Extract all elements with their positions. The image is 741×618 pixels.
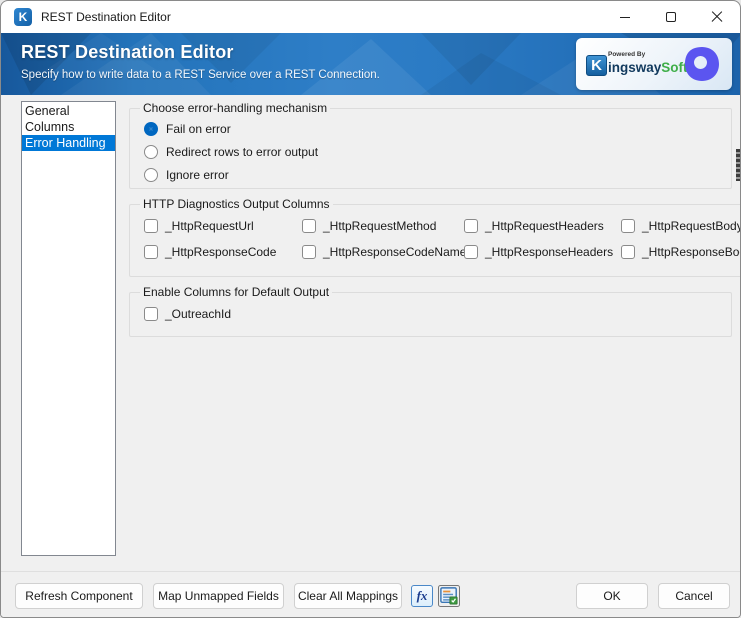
radio-row-fail-on-error[interactable]: Fail on error xyxy=(144,122,721,136)
column-mapping-grid-button[interactable] xyxy=(438,585,460,607)
checkbox-http-request-headers[interactable] xyxy=(464,219,478,233)
main-content: General Columns Error Handling Choose er… xyxy=(1,95,740,571)
rest-destination-editor-window: K REST Destination Editor REST Destinati… xyxy=(0,0,741,618)
sidebar-item-columns[interactable]: Columns xyxy=(22,119,115,135)
refresh-component-button[interactable]: Refresh Component xyxy=(15,583,143,609)
minimize-icon xyxy=(620,16,630,18)
group-http-diagnostics-title: HTTP Diagnostics Output Columns xyxy=(143,197,330,211)
radio-redirect-rows[interactable] xyxy=(144,145,158,159)
kingswaysoft-logo: K Powered By ingswaySoft xyxy=(586,52,688,76)
window-controls xyxy=(602,1,740,33)
check-item-outreach-id[interactable]: _OutreachId xyxy=(144,307,302,321)
expression-fx-button[interactable]: fx xyxy=(411,585,433,607)
checkbox-http-response-body[interactable] xyxy=(621,245,635,259)
checkbox-outreach-id[interactable] xyxy=(144,307,158,321)
checkbox-http-response-headers[interactable] xyxy=(464,245,478,259)
check-item-http-response-headers[interactable]: _HttpResponseHeaders xyxy=(464,245,621,259)
footer-bar: Refresh Component Map Unmapped Fields Cl… xyxy=(1,571,740,617)
radio-row-redirect-rows[interactable]: Redirect rows to error output xyxy=(144,145,721,159)
map-unmapped-fields-button[interactable]: Map Unmapped Fields xyxy=(153,583,284,609)
header-subtitle: Specify how to write data to a REST Serv… xyxy=(21,69,380,81)
check-item-http-request-url[interactable]: _HttpRequestUrl xyxy=(144,219,302,233)
group-error-handling: Choose error-handling mechanism Fail on … xyxy=(129,101,732,189)
page-list: General Columns Error Handling xyxy=(21,101,116,556)
check-item-http-response-code-name[interactable]: _HttpResponseCodeName xyxy=(302,245,466,259)
http-diagnostics-grid: _HttpRequestUrl _HttpRequestMethod _Http… xyxy=(144,219,740,259)
check-item-http-request-headers[interactable]: _HttpRequestHeaders xyxy=(464,219,621,233)
clear-all-mappings-button[interactable]: Clear All Mappings xyxy=(294,583,402,609)
powered-by-label: Powered By xyxy=(608,51,646,59)
check-item-http-response-body[interactable]: _HttpResponseBody xyxy=(621,245,740,259)
check-item-http-request-method[interactable]: _HttpRequestMethod xyxy=(302,219,464,233)
cancel-button[interactable]: Cancel xyxy=(658,583,730,609)
close-button[interactable] xyxy=(694,1,740,33)
group-error-handling-title: Choose error-handling mechanism xyxy=(143,101,328,115)
checkbox-http-request-url[interactable] xyxy=(144,219,158,233)
group-default-output-title: Enable Columns for Default Output xyxy=(143,285,330,299)
radio-ignore-error[interactable] xyxy=(144,168,158,182)
checkbox-http-request-body[interactable] xyxy=(621,219,635,233)
sidebar-item-error-handling[interactable]: Error Handling xyxy=(22,135,115,151)
default-output-grid: _OutreachId xyxy=(144,307,721,321)
grid-report-icon xyxy=(440,587,458,605)
brand-box: K Powered By ingswaySoft xyxy=(576,38,732,90)
outreach-logo-icon xyxy=(685,47,719,81)
checkbox-http-response-code[interactable] xyxy=(144,245,158,259)
close-icon xyxy=(711,11,723,23)
sidebar-item-general[interactable]: General xyxy=(22,103,115,119)
check-item-http-response-code[interactable]: _HttpResponseCode xyxy=(144,245,302,259)
ok-button[interactable]: OK xyxy=(576,583,648,609)
kingsway-label: ingsway xyxy=(608,59,662,75)
app-icon: K xyxy=(14,8,32,26)
radio-label: Ignore error xyxy=(166,168,229,182)
radio-label: Fail on error xyxy=(166,122,231,136)
checkbox-http-request-method[interactable] xyxy=(302,219,316,233)
header-title: REST Destination Editor xyxy=(21,42,234,62)
minimize-button[interactable] xyxy=(602,1,648,33)
radio-label: Redirect rows to error output xyxy=(166,145,319,159)
radio-fail-on-error[interactable] xyxy=(144,122,158,136)
checkbox-http-response-code-name[interactable] xyxy=(302,245,316,259)
window-title: REST Destination Editor xyxy=(41,10,171,24)
titlebar: K REST Destination Editor xyxy=(1,1,740,33)
header-banner: REST Destination Editor Specify how to w… xyxy=(1,33,740,95)
maximize-icon xyxy=(666,12,676,22)
group-http-diagnostics: HTTP Diagnostics Output Columns _HttpReq… xyxy=(129,197,740,277)
kingswaysoft-k-icon: K xyxy=(586,54,607,76)
group-default-output: Enable Columns for Default Output _Outre… xyxy=(129,285,732,337)
window-edge-scroll-mark xyxy=(736,149,740,181)
maximize-button[interactable] xyxy=(648,1,694,33)
check-item-http-request-body[interactable]: _HttpRequestBody xyxy=(621,219,740,233)
radio-row-ignore-error[interactable]: Ignore error xyxy=(144,168,721,182)
